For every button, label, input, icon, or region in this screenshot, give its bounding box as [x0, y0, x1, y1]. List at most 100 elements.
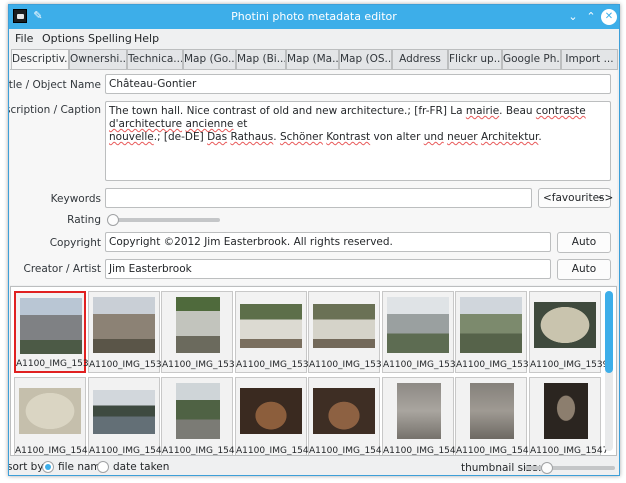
tab-address[interactable]: Address: [392, 49, 448, 70]
misspelled-word: und: [423, 131, 444, 143]
tab-flickr-upload[interactable]: Flickr up...: [448, 49, 502, 70]
misspelled-word: d'architecture: [109, 118, 183, 130]
tab-google-photos[interactable]: Google Ph...: [502, 49, 561, 70]
sort-file-name-radio[interactable]: [42, 461, 54, 473]
thumbnail[interactable]: A1100_IMG_1539: [529, 291, 608, 373]
thumbnail-image: [397, 383, 441, 439]
thumbnail-caption: A1100_IMG_1540: [15, 446, 94, 456]
creator-label: Creator / Artist: [23, 263, 101, 275]
thumbnail-image: [19, 388, 81, 434]
thumbnail[interactable]: A1100_IMG_1532: [14, 291, 95, 373]
tab-bar: Descriptiv... Ownershi... Technica... Ma…: [9, 49, 619, 71]
thumbnail-scrollbar[interactable]: [605, 291, 613, 451]
minimize-icon[interactable]: ⌄: [565, 9, 581, 25]
description-text: von alter: [370, 131, 424, 143]
menu-spelling[interactable]: Spelling: [88, 32, 132, 45]
description-label: Description / Caption: [9, 104, 101, 116]
thumbnail[interactable]: A1100_IMG_1545: [382, 377, 461, 455]
thumbnail-caption: A1100_IMG_1532: [16, 359, 95, 369]
thumbnail[interactable]: A1100_IMG_1546: [455, 377, 535, 456]
thumbnail-image: [93, 390, 155, 434]
thumbnail[interactable]: A1100_IMG_1540: [14, 377, 94, 456]
misspelled-word: ancienne: [185, 118, 234, 130]
thumbnail-caption: A1100_IMG_1544: [309, 446, 388, 456]
description-field[interactable]: The town hall. Nice contrast of old and …: [105, 101, 611, 181]
thumbnail-image: [387, 297, 449, 353]
sort-date-taken-label[interactable]: date taken: [113, 461, 169, 473]
description-text: .: [273, 131, 280, 143]
copyright-auto-button[interactable]: Auto: [557, 232, 611, 253]
thumbnail[interactable]: A1100_IMG_1542: [161, 377, 241, 456]
copyright-field[interactable]: Copyright ©2012 Jim Easterbrook. All rig…: [105, 232, 551, 252]
misspelled-word: mairie: [465, 105, 500, 117]
title-label: Title / Object Name: [8, 79, 101, 91]
creator-field[interactable]: Jim Easterbrook: [105, 259, 551, 279]
thumbnail-image: [534, 302, 596, 348]
menu-help[interactable]: Help: [134, 32, 159, 45]
thumbnail-caption: A1100_IMG_1542: [162, 446, 241, 456]
thumbnail-image: [240, 388, 302, 434]
misspelled-word: neuer: [447, 131, 478, 143]
title-bar[interactable]: ✎ Photini photo metadata editor ⌄ ⌃ ✕: [9, 5, 619, 29]
status-bar: sort by: file name date taken thumbnail …: [8, 457, 619, 475]
thumbnail[interactable]: A1100_IMG_1536: [308, 291, 388, 373]
thumbnail[interactable]: A1100_IMG_1544: [308, 377, 388, 456]
menu-file[interactable]: File: [15, 32, 33, 45]
misspelled-word: nouvelle: [109, 131, 154, 143]
misspelled-word: Kontrast: [326, 131, 371, 143]
description-line-2: nouvelle.; [de-DE] Das Rathaus. Schöner …: [109, 131, 607, 144]
title-field[interactable]: Château-Gontier: [105, 74, 611, 94]
sort-by-label: sort by:: [8, 461, 47, 473]
thumbnail-caption: A1100_IMG_1547: [530, 446, 609, 456]
thumbnail-size-track[interactable]: [525, 466, 615, 470]
thumbnail[interactable]: A1100_IMG_1533: [88, 291, 168, 373]
rating-label: Rating: [67, 214, 101, 226]
thumbnail[interactable]: A1100_IMG_1543: [235, 377, 315, 456]
tab-descriptive[interactable]: Descriptiv...: [11, 49, 69, 71]
thumbnail-caption: A1100_IMG_1543: [236, 446, 315, 456]
copyright-label: Copyright: [49, 237, 101, 249]
thumbnail-image: [470, 383, 514, 439]
tab-map-bing[interactable]: Map (Bi...: [236, 49, 286, 70]
keywords-label: Keywords: [50, 193, 101, 205]
thumbnail-image: [176, 383, 220, 439]
thumbnail[interactable]: A1100_IMG_1537: [382, 291, 461, 373]
scrollbar-handle[interactable]: [605, 291, 613, 373]
thumbnail-image: [240, 304, 302, 348]
thumbnail[interactable]: A1100_IMG_1541: [88, 377, 167, 455]
thumbnail[interactable]: A1100_IMG_1534: [161, 291, 241, 373]
creator-auto-button[interactable]: Auto: [557, 259, 611, 280]
thumbnail[interactable]: A1100_IMG_1538: [455, 291, 535, 373]
thumbnail[interactable]: A1100_IMG_1535: [235, 291, 314, 373]
rating-slider-track[interactable]: [111, 218, 220, 222]
tab-ownership[interactable]: Ownershi...: [69, 49, 127, 70]
description-text: .: [538, 131, 542, 143]
thumbnail-grid: A1100_IMG_1532 A1100_IMG_1533 A1100_IMG_15…: [10, 286, 617, 456]
thumbnail-caption: A1100_IMG_1546: [456, 446, 535, 456]
thumbnail-caption: A1100_IMG_1536: [309, 360, 388, 370]
thumbnail[interactable]: A1100_IMG_1547: [529, 377, 609, 456]
menu-options[interactable]: Options: [42, 32, 84, 45]
thumbnail-caption: A1100_IMG_1533: [89, 360, 168, 370]
misspelled-word: Rathaus: [230, 131, 274, 143]
favourites-dropdown[interactable]: <favourites> ⌄: [538, 188, 613, 208]
thumbnail-image: [176, 297, 220, 353]
close-icon[interactable]: ✕: [601, 9, 617, 25]
misspelled-word: Architektur: [480, 131, 539, 143]
thumbnail-caption: A1100_IMG_1538: [456, 360, 535, 370]
maximize-icon[interactable]: ⌃: [583, 9, 599, 25]
keywords-field[interactable]: [105, 188, 532, 208]
tab-map-google[interactable]: Map (Go...: [183, 49, 236, 70]
rating-slider-handle[interactable]: [107, 214, 119, 226]
tab-map-osm[interactable]: Map (OS...: [339, 49, 392, 70]
description-line-1: The town hall. Nice contrast of old and …: [109, 105, 607, 131]
thumbnail-size-handle[interactable]: [541, 462, 553, 474]
misspelled-word: Schöner: [279, 131, 323, 143]
tab-map-mapbox[interactable]: Map (Ma...: [286, 49, 339, 70]
thumbnail-caption: A1100_IMG_1534: [162, 360, 241, 370]
description-text: .; [de-DE]: [153, 131, 208, 143]
thumbnail-image: [313, 304, 375, 348]
tab-technical[interactable]: Technica...: [127, 49, 183, 70]
sort-date-taken-radio[interactable]: [97, 461, 109, 473]
tab-import[interactable]: Import ...: [561, 49, 618, 70]
